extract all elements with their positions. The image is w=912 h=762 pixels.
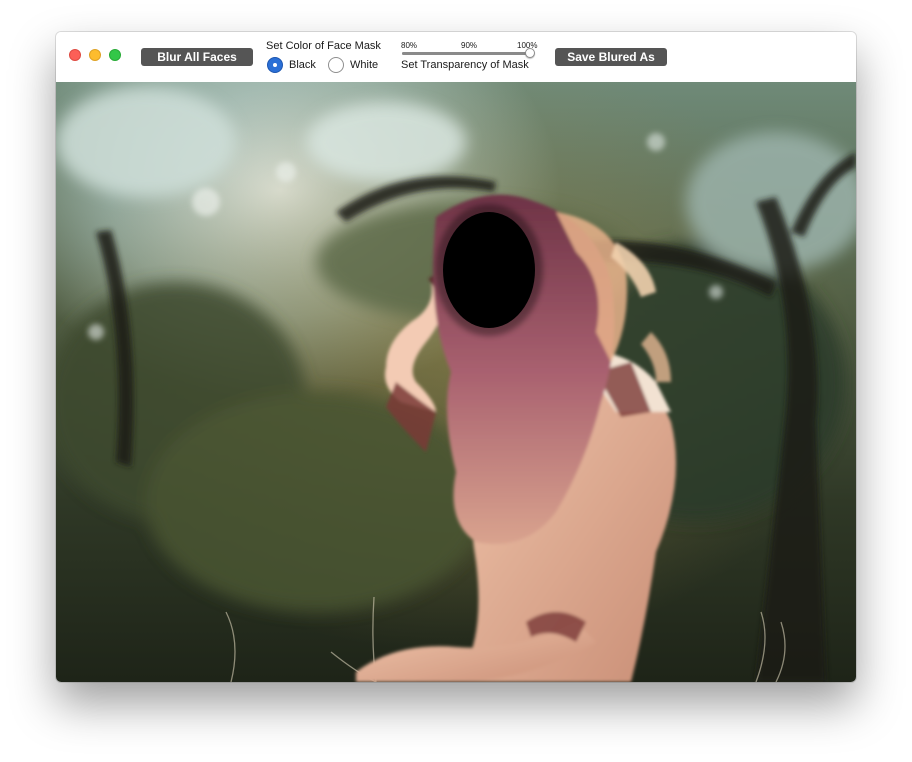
mask-color-black-radio[interactable] — [267, 57, 283, 73]
blur-all-faces-button[interactable]: Blur All Faces — [141, 48, 253, 66]
transparency-slider-fill — [402, 52, 530, 55]
photo-image — [56, 82, 856, 682]
transparency-slider-handle[interactable] — [525, 48, 535, 58]
mask-color-white-radio[interactable] — [328, 57, 344, 73]
save-blurred-as-button[interactable]: Save Blured As — [555, 48, 667, 66]
transparency-tick-label: 90% — [461, 41, 478, 50]
transparency-tick-label: 80% — [401, 41, 418, 50]
close-window-icon[interactable] — [69, 49, 81, 61]
photo-canvas — [56, 82, 856, 682]
minimize-window-icon[interactable] — [89, 49, 101, 61]
mask-color-label: Set Color of Face Mask — [266, 40, 381, 52]
zoom-window-icon[interactable] — [109, 49, 121, 61]
mask-color-white-label[interactable]: White — [350, 59, 378, 71]
transparency-label: Set Transparency of Mask — [401, 59, 529, 71]
transparency-slider-track[interactable] — [402, 52, 530, 55]
mask-color-black-label[interactable]: Black — [289, 59, 316, 71]
radio-selected-dot — [273, 63, 277, 67]
app-window: Blur All Faces Set Color of Face Mask Bl… — [56, 32, 856, 682]
toolbar: Blur All Faces Set Color of Face Mask Bl… — [56, 32, 856, 83]
